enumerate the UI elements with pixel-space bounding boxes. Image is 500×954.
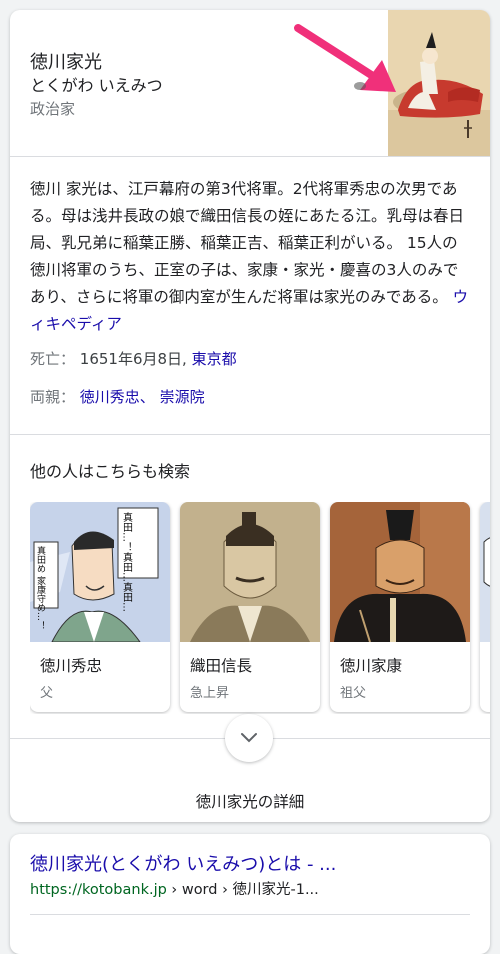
related-card-relation: 祖父 bbox=[340, 686, 367, 701]
chevron-down-icon bbox=[241, 733, 257, 743]
knowledge-panel-header: 徳川家光 とくがわ いえみつ 政治家 bbox=[10, 10, 490, 156]
parents-label: 両親： bbox=[30, 388, 76, 406]
related-card-ieyasu[interactable]: 徳川家康 祖父 bbox=[330, 502, 470, 712]
death-place-link[interactable]: 東京都 bbox=[192, 350, 237, 368]
divider bbox=[10, 156, 490, 157]
expand-more-button[interactable] bbox=[225, 714, 273, 762]
related-people-carousel[interactable]: 真田…！真田…真田… 真田め 家康守め…！ 徳川秀忠 父 織田信長 急上昇 徳川… bbox=[30, 502, 490, 714]
annotation-arrow-icon bbox=[294, 24, 396, 92]
related-searches-title: 他の人はこちらも検索 bbox=[30, 462, 191, 481]
death-label: 死亡： bbox=[30, 350, 76, 368]
divider bbox=[30, 914, 470, 915]
entity-description: 徳川 家光は、江戸幕府の第3代将軍。2代将軍秀忠の次男である。母は浅井長政の娘で… bbox=[30, 176, 470, 338]
related-card-image bbox=[480, 502, 490, 642]
fact-parents: 両親： 徳川秀忠、 崇源院 bbox=[30, 386, 205, 407]
entity-title: 徳川家光 bbox=[30, 52, 102, 73]
result-url-path: › word › 徳川家光-1... bbox=[166, 882, 319, 898]
related-card-name: 織田信長 bbox=[190, 657, 253, 675]
divider bbox=[10, 434, 490, 435]
search-result-card: 徳川家光(とくがわ いえみつ)とは - ... https://kotobank… bbox=[10, 834, 490, 954]
result-url-domain: https://kotobank.jp bbox=[30, 882, 167, 898]
result-url[interactable]: https://kotobank.jp › word › 徳川家光-1... bbox=[30, 878, 319, 899]
related-card-relation: 父 bbox=[40, 686, 54, 701]
knowledge-panel: 徳川家光 とくがわ いえみつ 政治家 徳川 家光は、江戸幕府の第3代将軍。2代将… bbox=[10, 10, 490, 822]
related-card-hidetada[interactable]: 真田…！真田…真田… 真田め 家康守め…！ 徳川秀忠 父 bbox=[30, 502, 170, 712]
entity-type: 政治家 bbox=[30, 100, 76, 118]
description-text: 徳川 家光は、江戸幕府の第3代将軍。2代将軍秀忠の次男である。母は浅井長政の娘で… bbox=[30, 180, 465, 306]
related-card-name: 徳川秀忠 bbox=[40, 657, 103, 675]
death-value: 1651年6月8日, bbox=[79, 350, 187, 368]
related-card-partial[interactable]: 徳 急 bbox=[480, 502, 490, 712]
manga-bubble-text: 真田…！真田…真田… bbox=[121, 511, 133, 612]
manga-bubble-text: 真田め 家康守め…！ bbox=[35, 545, 46, 630]
entity-reading: とくがわ いえみつ bbox=[30, 76, 163, 95]
parent-link-sugen-in[interactable]: 崇源院 bbox=[160, 388, 205, 406]
result-title-link[interactable]: 徳川家光(とくがわ いえみつ)とは - ... bbox=[30, 850, 336, 876]
parent-link-hidetada[interactable]: 徳川秀忠、 bbox=[80, 388, 155, 406]
related-card-relation: 急上昇 bbox=[190, 686, 230, 701]
more-details-label[interactable]: 徳川家光の詳細 bbox=[10, 790, 490, 812]
related-card-nobunaga[interactable]: 織田信長 急上昇 bbox=[180, 502, 320, 712]
related-card-image bbox=[180, 502, 320, 642]
fact-death: 死亡： 1651年6月8日, 東京都 bbox=[30, 348, 237, 369]
related-card-image: 真田…！真田…真田… 真田め 家康守め…！ bbox=[30, 502, 170, 643]
related-card-image bbox=[330, 502, 470, 643]
related-card-name: 徳川家康 bbox=[340, 657, 403, 675]
